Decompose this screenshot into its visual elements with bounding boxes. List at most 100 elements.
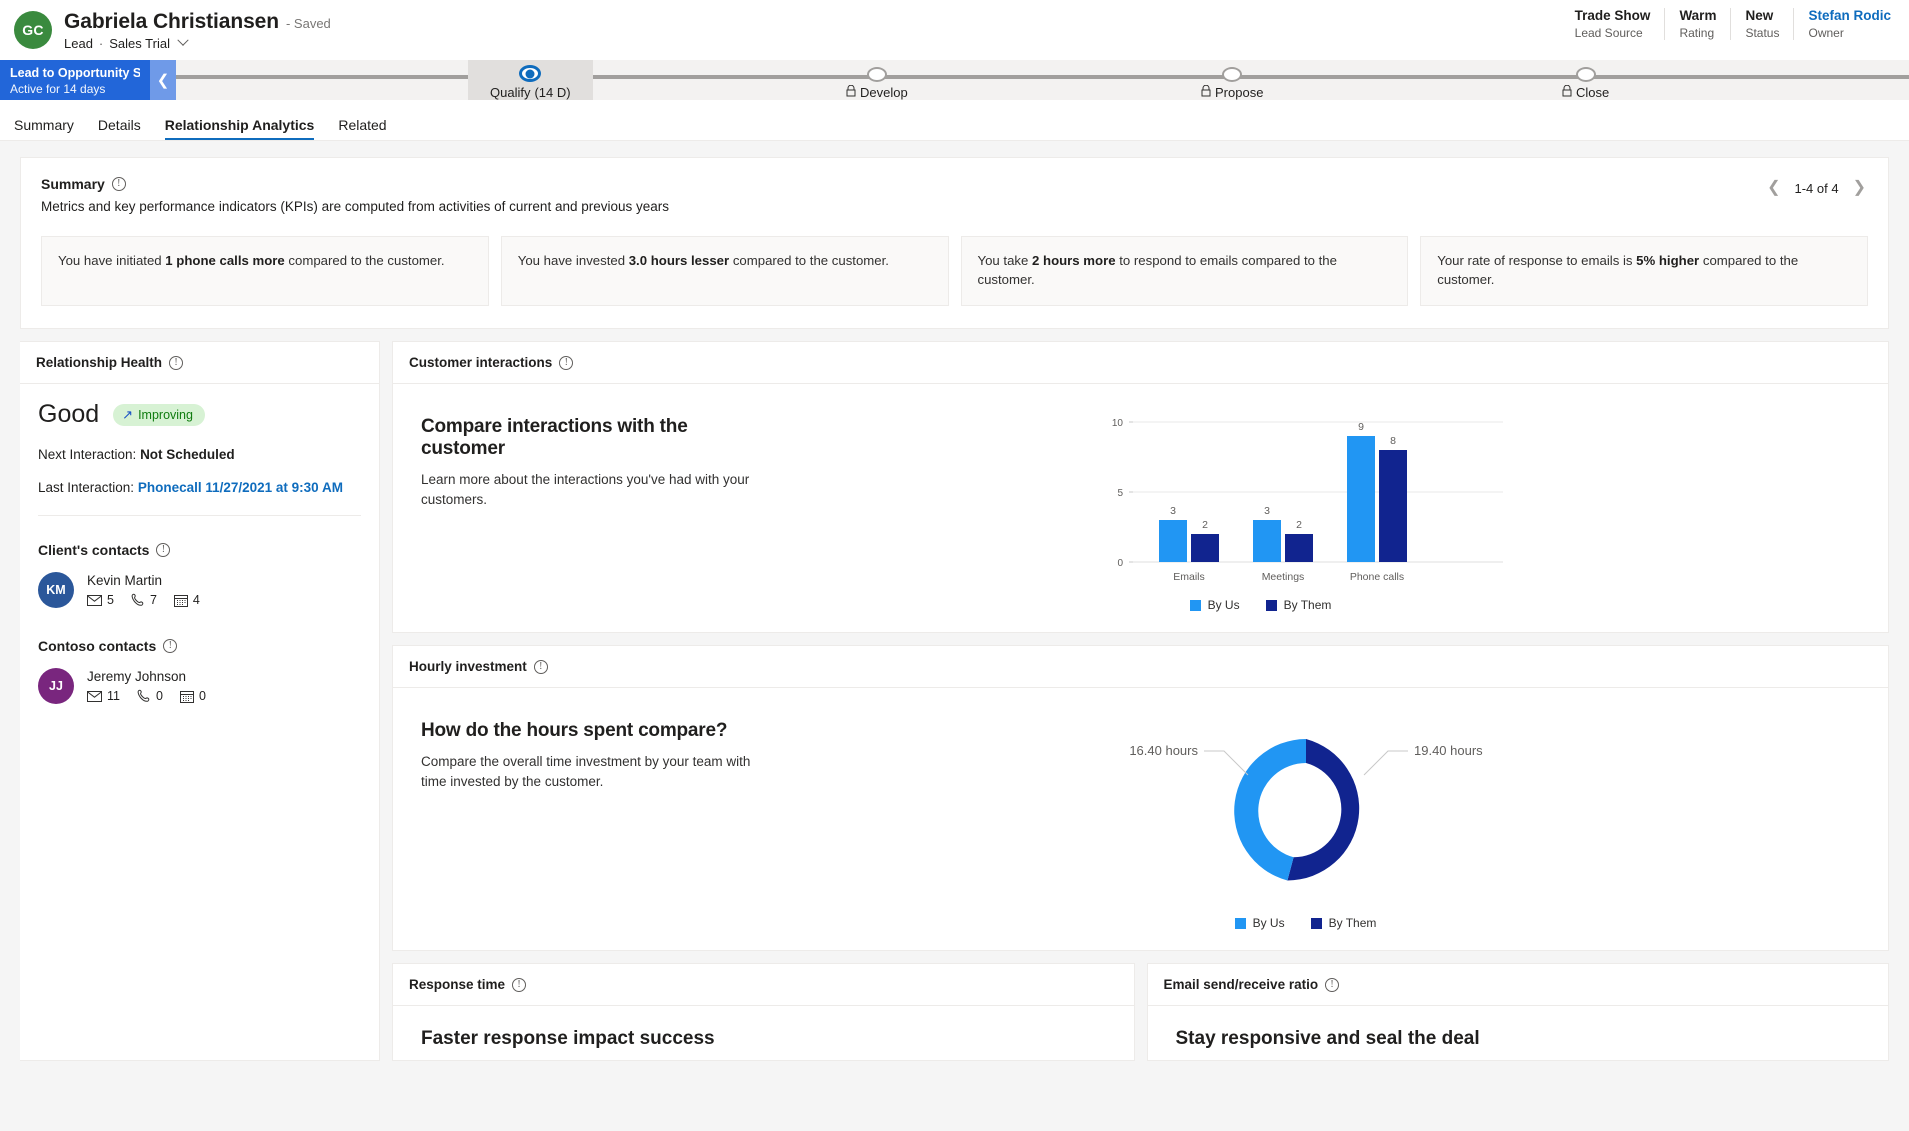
lock-icon <box>846 84 856 100</box>
svg-text:3: 3 <box>1170 505 1176 517</box>
hourly-investment-panel: Hourly investment ! How do the hours spe… <box>392 645 1889 951</box>
bpf-name-block[interactable]: Lead to Opportunity Sal... Active for 14… <box>0 60 150 100</box>
form-tab-bar: Summary Details Relationship Analytics R… <box>0 100 1909 141</box>
legend-item-by-us[interactable]: By Us <box>1234 916 1285 930</box>
header-field-lead-source[interactable]: Trade Show Lead Source <box>1561 8 1666 40</box>
call-count-value: 7 <box>149 593 157 607</box>
next-interaction-row: Next Interaction: Not Scheduled <box>38 447 361 462</box>
info-icon[interactable]: ! <box>533 659 548 674</box>
bpf-stage-develop[interactable]: Develop <box>846 60 908 100</box>
header-field-rating[interactable]: Warm Rating <box>1665 8 1732 40</box>
info-icon[interactable]: ! <box>1325 977 1340 992</box>
header-field-owner[interactable]: Stefan Rodic Owner <box>1794 8 1897 40</box>
chevron-right-icon[interactable]: ❯ <box>1853 180 1866 196</box>
legend-item-by-them[interactable]: By Them <box>1265 598 1331 612</box>
contact-email-count: 5 <box>87 593 114 607</box>
bpf-stage-node <box>1575 67 1596 82</box>
last-interaction-link[interactable]: Phonecall 11/27/2021 at 9:30 AM <box>138 480 343 495</box>
last-interaction-row: Last Interaction: Phonecall 11/27/2021 a… <box>38 480 361 495</box>
kpi-card-response-rate: Your rate of response to emails is 5% hi… <box>1420 236 1868 306</box>
bpf-stage-track: Qualify (14 D) Develop Propose Close <box>176 60 1909 100</box>
chevron-down-icon[interactable] <box>177 34 189 46</box>
kpi-text-bold: 1 phone calls more <box>165 253 285 268</box>
customer-interactions-heading: Compare interactions with the customer <box>421 416 688 459</box>
record-header: GC Gabriela Christiansen - Saved Lead · … <box>0 0 1909 60</box>
header-field-status[interactable]: New Status <box>1731 8 1795 40</box>
bpf-active-duration: Active for 14 days <box>10 82 106 97</box>
bar-chart-svg: 10 5 0 3 2 Emails 3 2 Meetings 9 8 Phone… <box>1111 418 1503 583</box>
tab-summary[interactable]: Summary <box>14 117 86 140</box>
status-label: Status <box>1745 26 1780 40</box>
hourly-investment-body: How do the hours spent compare? Compare … <box>393 688 1888 950</box>
bottom-panels-row: Response time ! Faster response impact s… <box>392 963 1889 1061</box>
bar-chart-legend: By Us By Them <box>1001 598 1521 612</box>
info-icon[interactable]: ! <box>156 543 171 557</box>
lock-icon <box>1201 84 1211 100</box>
form-selector-label[interactable]: Sales Trial <box>109 36 170 51</box>
chevron-left-icon[interactable]: ❮ <box>1767 180 1780 196</box>
bpf-stage-node-active <box>519 65 542 82</box>
legend-item-by-us[interactable]: By Us <box>1189 598 1240 612</box>
legend-swatch <box>1265 599 1277 611</box>
info-icon[interactable]: ! <box>559 355 574 370</box>
save-status: - Saved <box>285 15 331 31</box>
customer-interactions-description: Learn more about the interactions you've… <box>421 472 750 508</box>
contact-email-count: 11 <box>87 689 120 703</box>
info-icon[interactable]: ! <box>169 355 184 370</box>
email-ratio-header: Email send/receive ratio ! <box>1147 964 1888 1006</box>
info-icon[interactable]: ! <box>163 639 178 653</box>
health-trend-badge: ↗ Improving <box>113 403 205 426</box>
relationship-health-header: Relationship Health ! <box>20 342 379 384</box>
bpf-stage-qualify[interactable]: Qualify (14 D) <box>468 60 593 100</box>
bpf-stage-close[interactable]: Close <box>1562 60 1609 100</box>
bpf-rail <box>176 75 1909 79</box>
customer-interactions-body: Compare interactions with the customer L… <box>393 384 1888 632</box>
kpi-card-response-time: You take 2 hours more to respond to emai… <box>960 236 1409 306</box>
kpi-text-pre: You have initiated <box>58 253 166 268</box>
clients-contacts-section: Client's contacts ! KM Kevin Martin 5 7 … <box>20 526 379 612</box>
summary-section-wrap: Summary ! Metrics and key performance in… <box>0 141 1909 329</box>
tab-relationship-analytics[interactable]: Relationship Analytics <box>153 117 327 140</box>
avatar: JJ <box>38 668 74 704</box>
info-icon[interactable]: ! <box>512 977 527 992</box>
pager-range: 1-4 of 4 <box>1794 180 1839 196</box>
owner-value[interactable]: Stefan Rodic <box>1808 8 1891 23</box>
info-icon[interactable]: ! <box>111 177 126 191</box>
avatar: KM <box>38 572 74 608</box>
hourly-investment-title: Hourly investment <box>409 659 527 674</box>
legend-item-by-them[interactable]: By Them <box>1310 916 1377 930</box>
tab-related[interactable]: Related <box>326 117 398 140</box>
bpf-stage-duration-qualify: (14 D) <box>534 85 571 100</box>
contact-call-count: 0 <box>137 689 163 703</box>
contact-name: Kevin Martin <box>87 573 163 588</box>
contact-meeting-count: 4 <box>173 593 200 607</box>
summary-card: Summary ! Metrics and key performance in… <box>20 157 1889 329</box>
svg-text:9: 9 <box>1358 421 1364 433</box>
contact-item-jeremy-johnson[interactable]: JJ Jeremy Johnson 11 0 0 <box>38 668 361 704</box>
legend-label: By Them <box>1328 916 1377 930</box>
kpi-card-phone-calls: You have initiated 1 phone calls more co… <box>41 236 489 306</box>
bpf-stage-propose[interactable]: Propose <box>1201 60 1263 100</box>
contact-item-kevin-martin[interactable]: KM Kevin Martin 5 7 4 <box>38 572 361 608</box>
kpi-text-bold: 3.0 hours lesser <box>628 253 730 268</box>
summary-subtitle: Metrics and key performance indicators (… <box>41 199 670 214</box>
hourly-investment-heading: How do the hours spent compare? <box>421 720 728 741</box>
meeting-count-value: 4 <box>192 593 200 607</box>
email-count-value: 5 <box>107 593 114 607</box>
svg-text:8: 8 <box>1390 435 1396 447</box>
response-time-panel: Response time ! Faster response impact s… <box>392 963 1135 1061</box>
bpf-collapse-button[interactable]: ❮ <box>150 60 176 100</box>
status-value: New <box>1745 8 1774 23</box>
email-ratio-body: Stay responsive and seal the deal <box>1148 1006 1889 1060</box>
clients-contacts-title: Client's contacts <box>38 542 150 558</box>
tab-details[interactable]: Details <box>86 117 153 140</box>
lead-source-value: Trade Show <box>1574 8 1651 23</box>
kpi-text-pre: You take <box>977 253 1033 268</box>
bpf-stage-label-develop: Develop <box>860 85 908 100</box>
phone-icon <box>131 593 145 607</box>
header-quick-fields: Trade Show Lead Source Warm Rating New S… <box>1561 8 1897 40</box>
health-score-value: Good <box>38 400 100 428</box>
contoso-contacts-title: Contoso contacts <box>38 638 157 654</box>
left-panel: Relationship Health ! Good ↗ Improving N… <box>20 341 380 1061</box>
bpf-process-name: Lead to Opportunity Sal... <box>10 66 140 81</box>
